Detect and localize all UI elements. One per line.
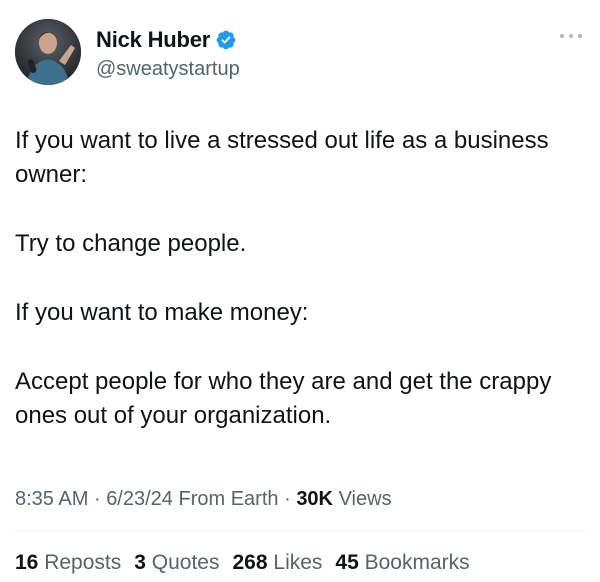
likes-count: 268 [232,551,268,574]
tweet-meta: 8:35 AM · 6/23/24 From Earth · 30K Views [15,486,392,512]
reposts-stat[interactable]: 16 Reposts [15,549,121,577]
bookmarks-stat[interactable]: 45 Bookmarks [335,549,469,577]
tweet-text: If you want to live a stressed out life … [15,124,585,433]
engagement-stats: 16 Reposts 3 Quotes 268 Likes 45 Bookmar… [15,549,470,577]
likes-label: Likes [273,551,323,574]
tweet-date[interactable]: 6/23/24 [106,488,173,510]
divider [15,531,585,532]
views-label: Views [338,488,392,510]
quotes-count: 3 [134,551,146,574]
bookmarks-label: Bookmarks [364,551,470,574]
bookmarks-count: 45 [335,551,359,574]
more-options-icon[interactable] [560,30,582,42]
verified-badge-icon[interactable] [215,29,237,51]
tweet-paragraph: If you want to make money: [15,299,309,326]
tweet-time[interactable]: 8:35 AM [15,488,88,510]
author-handle[interactable]: @sweatystartup [96,56,240,82]
quotes-stat[interactable]: 3 Quotes [134,549,219,577]
views-count[interactable]: 30K [296,488,333,510]
dot [569,34,573,38]
likes-stat[interactable]: 268 Likes [233,549,323,577]
tweet-paragraph: Accept people for who they are and get t… [15,368,552,429]
avatar[interactable] [15,19,81,85]
dot [560,34,564,38]
tweet-paragraph: Try to change people. [15,230,247,257]
author-name-row: Nick Huber [96,25,237,55]
meta-separator: · [284,488,291,510]
reposts-label: Reposts [44,551,122,574]
tweet-source: From Earth [178,488,279,510]
author-display-name[interactable]: Nick Huber [96,25,210,55]
quotes-label: Quotes [151,551,220,574]
tweet-card: Nick Huber @sweatystartup If you want to… [0,0,600,582]
reposts-count: 16 [15,551,39,574]
tweet-paragraph: If you want to live a stressed out life … [15,127,549,188]
profile-photo-icon [15,19,81,85]
meta-separator: · [93,488,101,510]
dot [578,34,582,38]
